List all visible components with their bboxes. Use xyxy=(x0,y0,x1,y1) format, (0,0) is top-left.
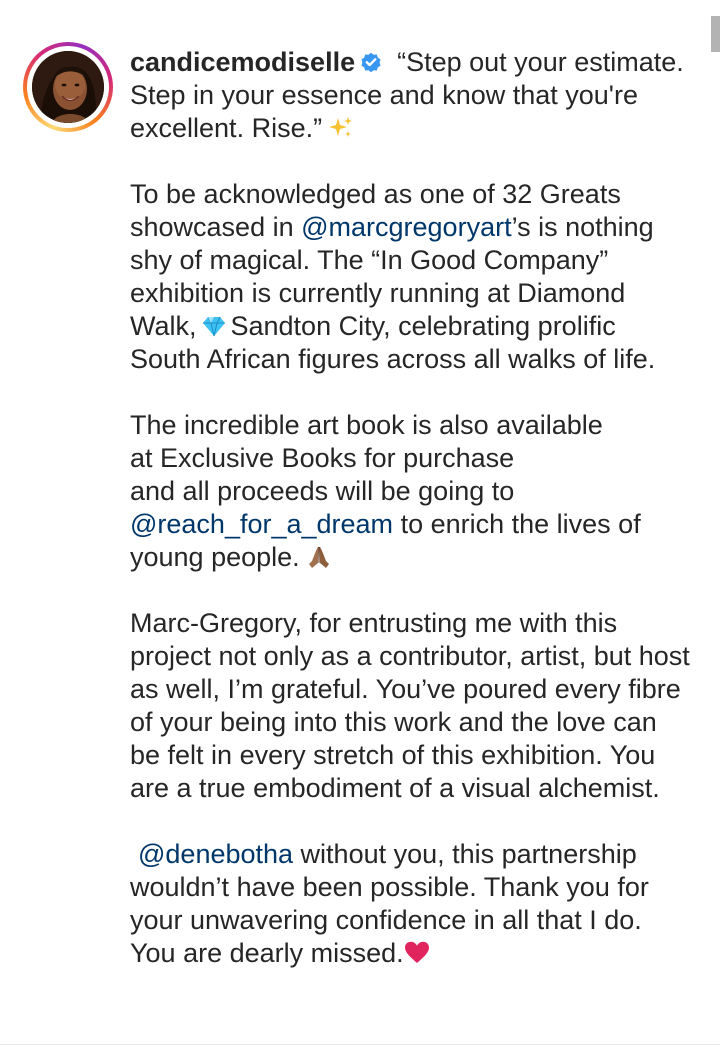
caption-gratitude: Marc-Gregory, for entrusting me with thi… xyxy=(130,608,690,803)
avatar[interactable] xyxy=(32,51,104,123)
gem-emoji xyxy=(202,316,225,337)
mention-reach-for-a-dream[interactable]: @reach_for_a_dream xyxy=(130,509,393,539)
mention-marcgregoryart[interactable]: @marcgregoryart xyxy=(301,212,511,242)
caption-book: The incredible art book is also availabl… xyxy=(130,409,690,574)
sparkles-emoji xyxy=(329,117,353,137)
caption-intro: candicemodiselle “Step out your estimate.… xyxy=(130,46,690,145)
username[interactable]: candicemodiselle xyxy=(130,47,355,77)
story-ring[interactable] xyxy=(23,42,113,132)
caption-text: and all proceeds will be going to xyxy=(130,476,515,506)
caption-thanks: @denebotha without you, this partnership… xyxy=(130,838,690,970)
divider xyxy=(0,1044,720,1045)
folded-hands-emoji xyxy=(308,547,329,568)
caption-text: The incredible art book is also availabl… xyxy=(130,410,603,440)
mention-denebotha[interactable]: @denebotha xyxy=(138,839,293,869)
caption-text: at Exclusive Books for purchase xyxy=(130,443,515,473)
avatar-border xyxy=(27,46,109,128)
post-caption: candicemodiselle “Step out your estimate.… xyxy=(130,46,690,970)
avatar-photo xyxy=(32,51,104,123)
caption-exhibition: To be acknowledged as one of 32 Greats s… xyxy=(130,178,690,376)
red-heart-emoji xyxy=(404,941,429,963)
scrollbar[interactable] xyxy=(711,16,720,52)
verified-badge-icon xyxy=(361,52,381,73)
